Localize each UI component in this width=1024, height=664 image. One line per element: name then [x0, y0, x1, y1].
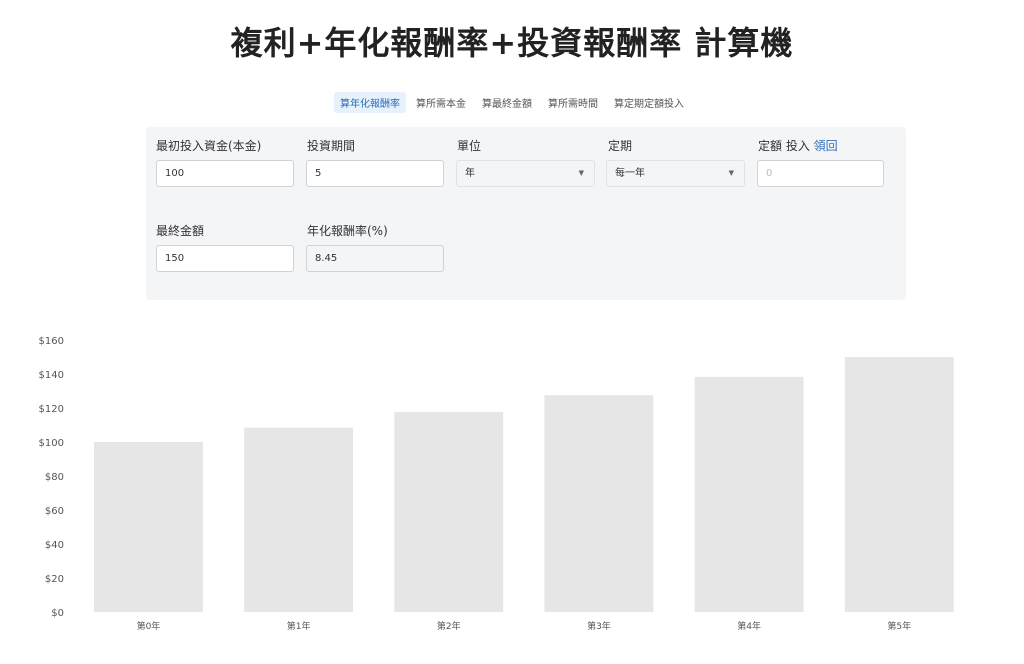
- y-tick-label: $140: [39, 370, 64, 381]
- chevron-down-icon: ▼: [578, 169, 584, 177]
- x-tick-label: 第2年: [437, 620, 461, 632]
- growth-chart: $0 $20 $40 $60 $80 $100 $120 $140 $160 第0年 第1年 第2年 第…: [0, 320, 1024, 664]
- y-tick-label: $100: [39, 438, 64, 449]
- bar-chart-svg: $0 $20 $40 $60 $80 $100 $120 $140 $160 第0年 第1年 第2年 第…: [39, 336, 954, 632]
- bar-2[interactable]: [394, 412, 504, 612]
- frequency-select[interactable]: 每一年 ▼: [606, 160, 745, 187]
- bar-1[interactable]: [244, 427, 354, 612]
- final-amount-input[interactable]: 150: [156, 245, 294, 272]
- annual-rate-output: 8.45: [306, 245, 444, 272]
- tab-annual-rate[interactable]: 算年化報酬率: [334, 92, 406, 113]
- unit-select-value: 年: [465, 168, 475, 179]
- bar-4[interactable]: [694, 376, 804, 612]
- chevron-down-icon: ▼: [728, 169, 734, 177]
- frequency-select-value: 每一年: [615, 168, 645, 179]
- y-tick-label: $0: [51, 608, 64, 619]
- unit-select[interactable]: 年 ▼: [456, 160, 595, 187]
- regular-label-text: 定額 投入: [758, 139, 810, 153]
- period-input[interactable]: 5: [306, 160, 444, 187]
- y-tick-label: $20: [45, 574, 64, 585]
- y-tick-label: $160: [39, 336, 64, 347]
- y-tick-label: $60: [45, 506, 64, 517]
- x-tick-label: 第5年: [887, 620, 911, 632]
- bar-0[interactable]: [94, 442, 203, 612]
- y-tick-label: $80: [45, 472, 64, 483]
- bar-3[interactable]: [544, 395, 654, 612]
- tab-regular-investment[interactable]: 算定期定額投入: [608, 92, 690, 113]
- x-tick-label: 第1年: [287, 620, 311, 632]
- x-tick-label: 第3年: [587, 620, 611, 632]
- x-tick-label: 第4年: [737, 620, 761, 632]
- form-panel: 最初投入資金(本金) 投資期間 單位 定期 定額 投入 領回 100 5 年 ▼…: [146, 127, 906, 300]
- withdraw-link[interactable]: 領回: [814, 139, 838, 153]
- regular-label: 定額 投入 領回: [758, 137, 838, 154]
- calculator-tabs: 算年化報酬率 算所需本金 算最終金額 算所需時間 算定期定額投入: [0, 92, 1024, 113]
- bar-5[interactable]: [844, 357, 954, 612]
- frequency-label: 定期: [608, 139, 633, 153]
- principal-input[interactable]: 100: [156, 160, 294, 187]
- x-tick-label: 第0年: [137, 620, 161, 632]
- page-title: 複利+年化報酬率+投資報酬率 計算機: [230, 24, 794, 62]
- principal-label: 最初投入資金(本金): [156, 139, 262, 153]
- tab-required-time[interactable]: 算所需時間: [542, 92, 604, 113]
- tab-final-amount[interactable]: 算最終金額: [476, 92, 538, 113]
- unit-label: 單位: [457, 139, 482, 153]
- y-tick-label: $40: [45, 540, 64, 551]
- period-label: 投資期間: [307, 139, 356, 153]
- tab-required-principal[interactable]: 算所需本金: [410, 92, 472, 113]
- regular-amount-input[interactable]: 0: [757, 160, 884, 187]
- final-amount-label: 最終金額: [156, 224, 205, 238]
- annual-rate-label: 年化報酬率(%): [307, 224, 388, 238]
- y-tick-label: $120: [39, 404, 64, 415]
